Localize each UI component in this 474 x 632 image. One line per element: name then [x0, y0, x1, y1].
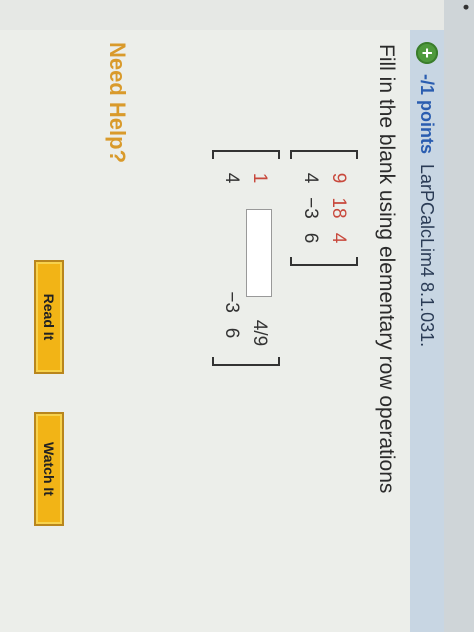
matrix-cell: 4/9 — [249, 319, 270, 347]
help-section: Need Help? Read It Watch It — [20, 30, 200, 632]
matrix-cell: −3 — [221, 291, 242, 313]
matrix-cell: 4 — [221, 172, 242, 184]
matrix-cell: 18 — [328, 197, 349, 219]
problem-id: LarPCalcLim4 8.1.031. — [417, 164, 438, 348]
question-header: + -/1 points LarPCalcLim4 8.1.031. — [409, 30, 444, 632]
right-bracket — [290, 257, 358, 266]
instruction-text: Fill in the blank using elementary row o… — [375, 44, 398, 494]
watch-it-button[interactable]: Watch It — [34, 412, 64, 526]
need-help-label: Need Help? — [105, 42, 130, 164]
original-matrix: 9 18 4 4 −3 6 — [290, 150, 358, 266]
left-bracket — [212, 150, 280, 159]
matrix-row: 4 −3 6 — [220, 163, 242, 353]
left-bracket — [290, 150, 358, 159]
matrix-cell: 1 — [249, 172, 270, 184]
points-label: -/1 points — [417, 74, 438, 154]
matrix-cell: 6 — [300, 232, 321, 244]
matrix-cell: 4 — [300, 172, 321, 184]
question-body: Fill in the blank using elementary row o… — [0, 30, 410, 632]
plus-icon[interactable]: + — [416, 42, 438, 64]
top-band: • — [444, 0, 474, 632]
matrix-cell: 6 — [221, 327, 242, 339]
read-it-button[interactable]: Read It — [34, 260, 64, 374]
matrix-row: 9 18 4 — [327, 163, 349, 253]
matrix-row: 1 4/9 — [246, 163, 272, 353]
blank-input[interactable] — [246, 209, 272, 297]
stage: • + -/1 points LarPCalcLim4 8.1.031. Fil… — [0, 0, 474, 632]
matrix-cell: −3 — [300, 197, 321, 219]
matrix-cell: 4 — [328, 232, 349, 244]
right-bracket — [212, 357, 280, 366]
matrix-row: 4 −3 6 — [299, 163, 321, 253]
bullet-icon: • — [456, 4, 474, 11]
matrix-cell: 9 — [328, 172, 349, 184]
result-matrix: 1 4/9 4 −3 6 — [212, 150, 280, 366]
